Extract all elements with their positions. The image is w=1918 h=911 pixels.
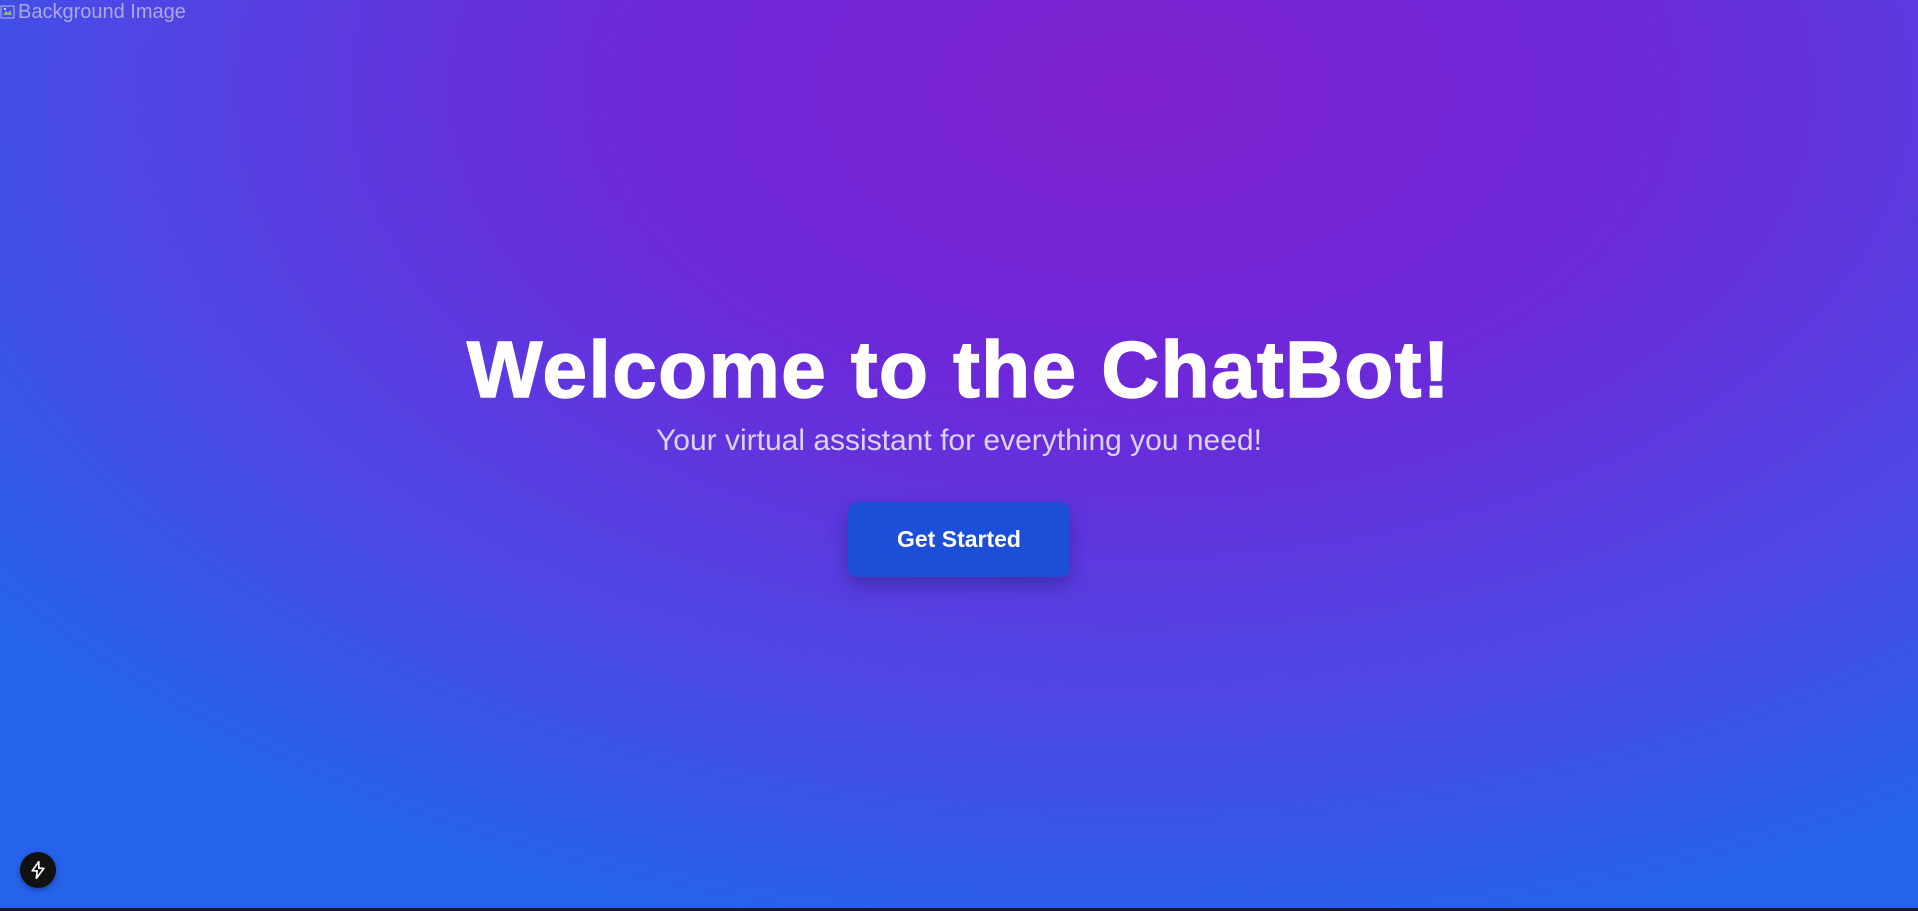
- lightning-bolt-icon: [31, 860, 45, 880]
- dev-tools-button[interactable]: [20, 852, 56, 888]
- landing-page: Background Image Welcome to the ChatBot!…: [0, 0, 1918, 908]
- get-started-button[interactable]: Get Started: [848, 502, 1070, 577]
- page-subtitle: Your virtual assistant for everything yo…: [656, 424, 1262, 457]
- broken-image-icon: [0, 5, 15, 19]
- hero-section: Welcome to the ChatBot! Your virtual ass…: [0, 320, 1918, 577]
- background-image: Background Image: [0, 0, 186, 24]
- page-title: Welcome to the ChatBot!: [466, 324, 1452, 415]
- background-image-alt-text: Background Image: [18, 1, 186, 23]
